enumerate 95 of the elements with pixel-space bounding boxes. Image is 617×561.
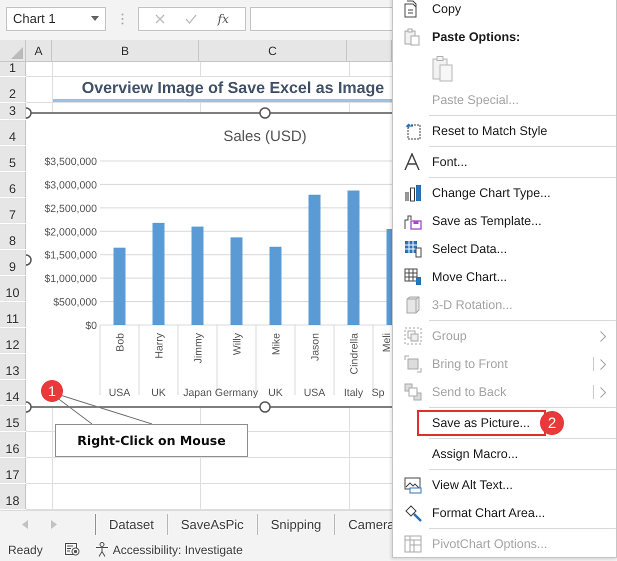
paint-brush-icon xyxy=(404,504,422,522)
row-header[interactable]: 6 xyxy=(0,172,26,197)
category-label: Jimmy xyxy=(192,333,204,364)
bar[interactable] xyxy=(308,194,320,325)
menu-item[interactable]: Select Data... xyxy=(393,235,616,263)
bar[interactable] xyxy=(192,226,204,325)
category-group-label: Sp xyxy=(372,387,384,399)
bar[interactable] xyxy=(270,246,282,325)
table-icon xyxy=(404,240,422,258)
menu-item[interactable]: Move Chart... xyxy=(393,263,616,291)
cube-icon xyxy=(404,296,422,314)
menu-item[interactable]: Change Chart Type... xyxy=(393,179,616,207)
row-header[interactable]: 5 xyxy=(0,146,26,171)
row-header[interactable]: 4 xyxy=(0,120,26,145)
row-header[interactable]: 11 xyxy=(0,302,26,327)
sheet-tab[interactable]: Dataset xyxy=(96,514,168,535)
group-icon xyxy=(404,327,422,345)
table-icon xyxy=(404,268,422,286)
category-group-label: USA xyxy=(304,387,326,399)
axis-label: $1,000,000 xyxy=(44,273,97,286)
bar-chart-icon xyxy=(404,184,422,202)
scroll-left-icon[interactable] xyxy=(22,520,28,529)
menu-item[interactable]: View Alt Text... xyxy=(393,471,616,499)
macro-record-icon[interactable] xyxy=(64,543,80,556)
category-label: Bob xyxy=(114,333,126,352)
step-badge: 2 xyxy=(540,411,564,435)
pivot-table-icon xyxy=(404,535,422,553)
category-group-label: UK xyxy=(151,387,166,399)
more-icon[interactable] xyxy=(121,12,124,24)
row-header[interactable]: 8 xyxy=(0,224,26,249)
menu-item[interactable]: Copy xyxy=(393,0,616,23)
reset-style-icon xyxy=(404,122,422,140)
row-header[interactable]: 7 xyxy=(0,198,26,223)
chart-title: Sales (USD) xyxy=(223,128,307,145)
column-header[interactable]: C xyxy=(199,40,347,61)
sheet-tab[interactable]: SaveAsPic xyxy=(168,514,258,535)
menu-item[interactable]: Assign Macro... xyxy=(393,440,616,468)
category-group-label: UK xyxy=(268,387,283,399)
bar[interactable] xyxy=(152,222,164,325)
font-icon xyxy=(404,153,420,171)
name-box[interactable]: Chart 1 xyxy=(6,6,106,30)
category-label: Willy xyxy=(232,333,244,356)
row-header[interactable]: 13 xyxy=(0,354,26,379)
menu-heading: Paste Options: xyxy=(393,23,616,51)
axis-label: $3,000,000 xyxy=(44,179,97,192)
row-header[interactable]: 2 xyxy=(0,77,26,102)
sheet-title: Overview Image of Save Excel as Image xyxy=(82,80,384,98)
row-header[interactable]: 18 xyxy=(0,484,26,509)
row-header[interactable]: 3 xyxy=(0,103,26,119)
row-header[interactable]: 14 xyxy=(0,380,26,405)
menu-item[interactable]: Reset to Match Style xyxy=(393,117,616,145)
row-header[interactable]: 1 xyxy=(0,62,26,76)
column-header[interactable]: B xyxy=(52,40,199,61)
send-backward-icon xyxy=(404,383,422,401)
axis-label: $2,000,000 xyxy=(44,226,97,238)
row-header[interactable]: 9 xyxy=(0,250,26,275)
menu-item[interactable]: Save as Template... xyxy=(393,207,616,235)
bar[interactable] xyxy=(230,237,242,325)
sheet-tab[interactable]: Snipping xyxy=(258,514,336,535)
accessibility-icon xyxy=(94,542,109,557)
scroll-right-icon[interactable] xyxy=(51,520,57,529)
cancel-icon[interactable] xyxy=(155,14,166,24)
category-group-label: Italy xyxy=(344,387,364,399)
check-icon[interactable] xyxy=(185,14,198,24)
clipboard-icon xyxy=(404,28,420,46)
status-text: Ready xyxy=(8,542,43,556)
category-label: Harry xyxy=(154,333,166,359)
row-header[interactable]: 12 xyxy=(0,328,26,353)
column-header[interactable]: A xyxy=(26,40,52,61)
bar[interactable] xyxy=(114,248,126,325)
select-all-icon[interactable] xyxy=(11,47,23,59)
callout-note: Right-Click on Mouse xyxy=(55,424,248,457)
image-text-icon xyxy=(404,476,422,494)
menu-item[interactable]: Font... xyxy=(393,148,616,176)
insert-function-button[interactable]: fx xyxy=(218,12,229,26)
category-group-label: Germany xyxy=(214,387,258,399)
row-header[interactable]: 17 xyxy=(0,458,26,483)
category-label: Cindrella xyxy=(348,333,360,374)
category-label: Jason xyxy=(310,333,322,362)
row-header[interactable]: 15 xyxy=(0,406,26,431)
bring-forward-icon xyxy=(404,355,422,373)
category-label: Meli xyxy=(381,333,392,352)
dropdown-icon xyxy=(91,16,99,21)
category-label: Mike xyxy=(270,333,282,356)
category-group-label: USA xyxy=(108,387,130,399)
axis-label: $0 xyxy=(85,320,97,332)
row-header[interactable]: 16 xyxy=(0,432,26,457)
bar[interactable] xyxy=(348,190,360,325)
accessibility-button[interactable]: Accessibility: Investigate xyxy=(94,542,243,557)
axis-label: $1,500,000 xyxy=(44,250,97,262)
axis-label: $500,000 xyxy=(53,296,97,309)
axis-label: $3,500,000 xyxy=(44,156,97,168)
category-group-label: Japan xyxy=(183,387,212,399)
row-header[interactable]: 10 xyxy=(0,276,26,301)
axis-label: $2,500,000 xyxy=(44,202,97,215)
